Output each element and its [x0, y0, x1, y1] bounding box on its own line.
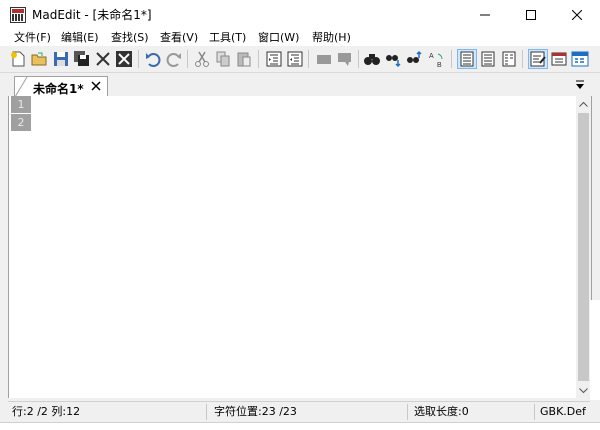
toolbar-separator — [258, 50, 259, 68]
uncomment-icon[interactable] — [336, 50, 354, 68]
tab-untitled-1[interactable]: 未命名1* — [14, 76, 108, 97]
indent-icon[interactable] — [265, 50, 283, 68]
comment-icon[interactable] — [315, 50, 333, 68]
menu-edit[interactable]: 编辑(E) — [59, 30, 101, 46]
close-window-button[interactable] — [554, 0, 600, 30]
tab-label: 未命名1* — [33, 82, 84, 96]
save-all-icon[interactable] — [73, 50, 91, 68]
find-previous-icon[interactable] — [406, 50, 424, 68]
status-encoding[interactable]: GBK.Default — [540, 405, 586, 419]
redo-icon[interactable] — [165, 50, 183, 68]
hex-mode-icon[interactable] — [500, 50, 518, 68]
toolbar-separator — [451, 50, 452, 68]
menu-window[interactable]: 窗口(W) — [256, 30, 301, 46]
close-icon — [572, 10, 582, 20]
toolbar-separator — [187, 50, 188, 68]
find-next-icon[interactable] — [385, 50, 403, 68]
status-bar: 行:2 /2 列:12 字符位置:23 /23 选取长度:0 GBK.Defau… — [8, 401, 590, 422]
scrollbar-thumb[interactable] — [578, 113, 589, 381]
title-bar: MadEdit - [未命名1*] — [0, 0, 600, 30]
status-line-col: 行:2 /2 列:12 — [12, 405, 81, 418]
line-number: 2 — [11, 114, 31, 131]
menu-view[interactable]: 查看(V) — [158, 30, 200, 46]
menu-search[interactable]: 查找(S) — [109, 30, 151, 46]
background-window-edge — [590, 300, 600, 400]
cut-icon[interactable] — [193, 50, 211, 68]
minimize-button[interactable] — [462, 0, 508, 30]
menu-help[interactable]: 帮助(H) — [310, 30, 353, 46]
status-selection-length: 选取长度:0 — [414, 405, 469, 418]
save-icon[interactable] — [52, 50, 70, 68]
status-char-position: 字符位置:23 /23 — [214, 405, 297, 418]
new-file-icon[interactable] — [9, 50, 27, 68]
status-separator — [407, 404, 408, 420]
word-wrap-icon[interactable] — [528, 49, 548, 69]
minimize-icon — [480, 14, 490, 16]
hex-view-icon[interactable] — [571, 50, 589, 68]
close-file-icon[interactable] — [94, 50, 112, 68]
text-content[interactable] — [35, 96, 575, 398]
app-window: MadEdit - [未命名1*] 文件(F) 编辑(E) 查找(S) 查看(V… — [0, 0, 600, 430]
madedit-app-icon — [10, 7, 26, 23]
tab-list-dropdown-icon[interactable] — [574, 80, 586, 90]
chevron-down-icon — [579, 387, 588, 393]
replace-icon[interactable]: AB — [428, 50, 446, 68]
menu-file[interactable]: 文件(F) — [12, 30, 53, 46]
tab-edge — [15, 77, 28, 97]
scroll-down-button[interactable] — [576, 383, 591, 398]
find-icon[interactable] — [363, 50, 381, 68]
vertical-scrollbar[interactable] — [576, 96, 591, 398]
text-mode-icon[interactable] — [457, 49, 477, 69]
toolbar-separator — [308, 50, 309, 68]
toolbar: AB — [0, 46, 600, 73]
copy-icon[interactable] — [214, 50, 232, 68]
toolbar-separator — [138, 50, 139, 68]
status-separator — [534, 404, 535, 420]
unindent-icon[interactable] — [286, 50, 304, 68]
maximize-button[interactable] — [508, 0, 554, 30]
undo-icon[interactable] — [144, 50, 162, 68]
maximize-icon — [526, 10, 536, 20]
tab-close-icon[interactable] — [91, 81, 101, 91]
toolbar-separator — [358, 50, 359, 68]
column-mode-icon[interactable] — [479, 50, 497, 68]
status-separator — [206, 404, 207, 420]
menu-bar: 文件(F) 编辑(E) 查找(S) 查看(V) 工具(T) 窗口(W) 帮助(H… — [0, 30, 600, 46]
scroll-up-button[interactable] — [576, 96, 591, 111]
close-all-icon[interactable] — [115, 50, 133, 68]
svg-text:A: A — [429, 53, 434, 60]
toolbar-separator — [522, 50, 523, 68]
line-number-gutter: 1 2 — [11, 96, 31, 132]
paste-icon[interactable] — [235, 50, 253, 68]
svg-text:B: B — [437, 62, 442, 68]
editor-area[interactable]: 1 2 — [8, 96, 592, 398]
chevron-up-icon — [579, 101, 588, 107]
open-file-icon[interactable] — [30, 50, 48, 68]
line-number: 1 — [11, 96, 31, 113]
tab-bar: 未命名1* — [8, 74, 590, 97]
menu-tools[interactable]: 工具(T) — [207, 30, 248, 46]
toggle-view-icon[interactable] — [550, 50, 568, 68]
window-title: MadEdit - [未命名1*] — [32, 8, 152, 22]
